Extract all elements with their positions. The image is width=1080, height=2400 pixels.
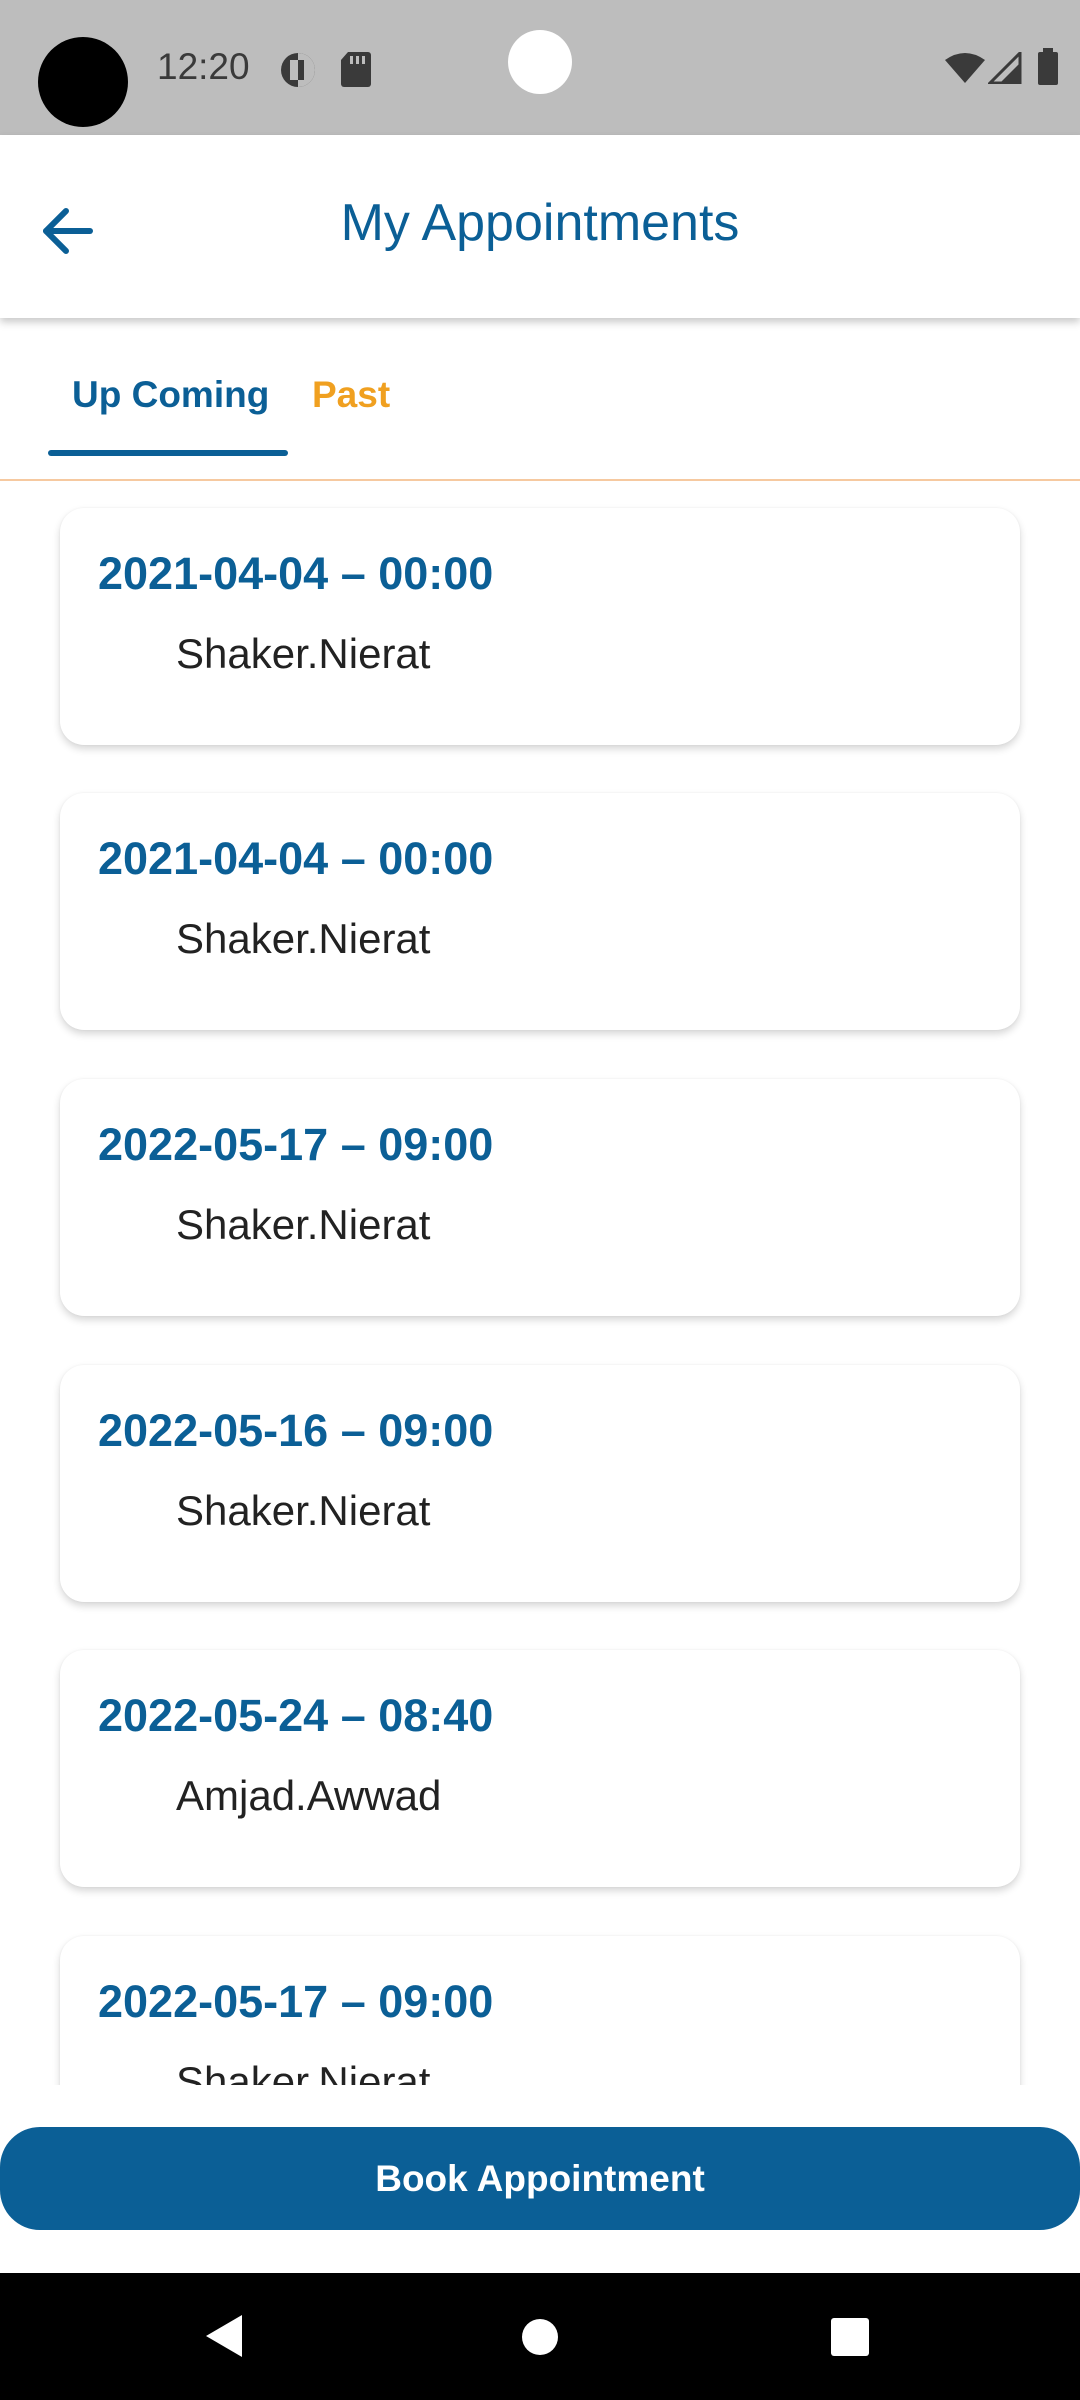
app-bar: My Appointments — [0, 135, 1080, 318]
appointment-card[interactable]: 2022-05-16 – 09:00 Shaker.Nierat — [60, 1365, 1020, 1602]
data-saver-icon — [278, 50, 318, 95]
appointment-doctor: Shaker.Nierat — [176, 1201, 431, 1248]
appointment-card[interactable]: 2021-04-04 – 00:00 Shaker.Nierat — [60, 508, 1020, 745]
appointment-datetime: 2022-05-17 – 09:00 — [98, 1976, 494, 2027]
appointment-card[interactable]: 2022-05-17 – 09:00 Shaker.Nierat — [60, 1936, 1020, 2085]
appointment-doctor: Shaker.Nierat — [176, 915, 431, 962]
sd-card-icon — [340, 50, 372, 93]
appointment-datetime: 2021-04-04 – 00:00 — [98, 833, 494, 884]
appointment-card[interactable]: 2022-05-17 – 09:00 Shaker.Nierat — [60, 1079, 1020, 1316]
appointment-datetime: 2022-05-17 – 09:00 — [98, 1119, 494, 1170]
book-appointment-button[interactable]: Book Appointment — [0, 2127, 1080, 2230]
wifi-icon — [944, 52, 986, 89]
active-tab-indicator — [48, 450, 288, 456]
appointment-doctor: Shaker.Nierat — [176, 2058, 431, 2085]
cellular-signal-icon — [986, 49, 1022, 89]
system-nav-bar — [0, 2273, 1080, 2400]
appointment-doctor: Shaker.Nierat — [176, 630, 431, 677]
appointment-card[interactable]: 2021-04-04 – 00:00 Shaker.Nierat — [60, 793, 1020, 1030]
appointment-datetime: 2022-05-24 – 08:40 — [98, 1690, 494, 1741]
front-camera-sensor — [508, 30, 572, 94]
home-circle-icon[interactable] — [520, 2317, 560, 2362]
tab-past[interactable]: Past — [312, 374, 390, 416]
appointment-list[interactable]: 2021-04-04 – 00:00 Shaker.Nierat 2021-04… — [0, 483, 1080, 2085]
appointment-card[interactable]: 2022-05-24 – 08:40 Amjad.Awwad — [60, 1650, 1020, 1887]
recents-square-icon[interactable] — [830, 2317, 870, 2362]
appointment-datetime: 2021-04-04 – 00:00 — [98, 548, 494, 599]
appointment-doctor: Shaker.Nierat — [176, 1487, 431, 1534]
page-title: My Appointments — [340, 194, 740, 252]
camera-cutout — [38, 37, 128, 127]
battery-icon — [1036, 48, 1060, 91]
tab-bar: Up Coming Past — [0, 318, 1080, 481]
appointment-datetime: 2022-05-16 – 09:00 — [98, 1405, 494, 1456]
back-triangle-icon[interactable] — [202, 2313, 246, 2364]
app-screen: 12:20 My Appointments Up Coming Past 202… — [0, 0, 1080, 2400]
status-bar: 12:20 — [0, 0, 1080, 135]
tab-upcoming[interactable]: Up Coming — [72, 374, 269, 416]
appointment-doctor: Amjad.Awwad — [176, 1772, 442, 1819]
status-time: 12:20 — [157, 46, 250, 87]
